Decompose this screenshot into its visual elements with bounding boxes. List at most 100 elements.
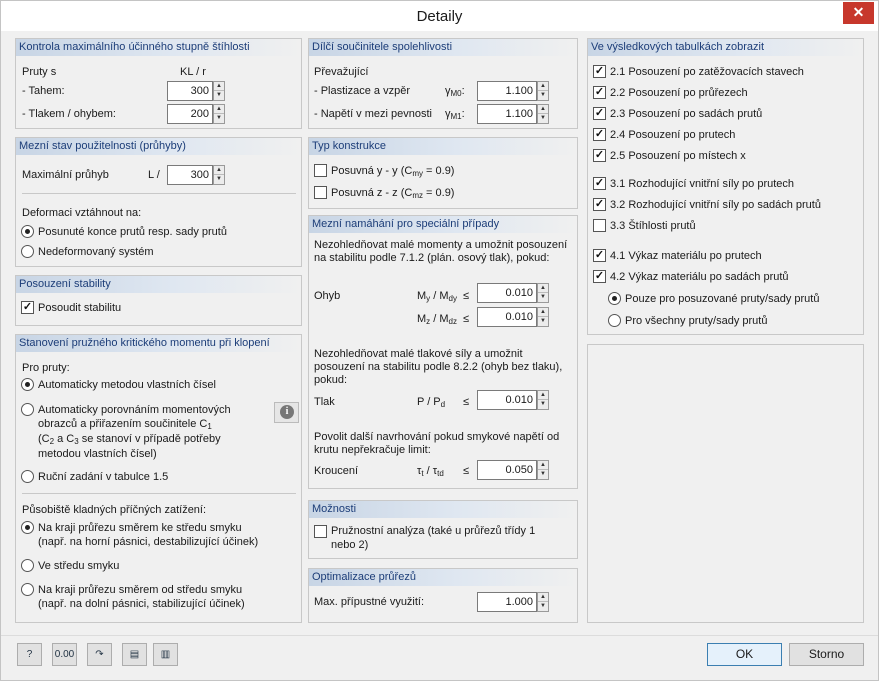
manual-radio[interactable] [21,470,34,483]
shear-center-radio[interactable] [21,559,34,572]
stability-group: Posouzení stability ✓ Posoudit stabilitu [15,275,302,326]
tension-input[interactable]: 300 [167,81,213,101]
my-input[interactable]: 0.010 [477,283,537,303]
result-checkbox-2-3[interactable]: ✓ [593,107,606,120]
max-deflection-input[interactable]: 300 [167,165,213,185]
result-checkbox-2-2[interactable]: ✓ [593,86,606,99]
stability-header: Posouzení stability [16,276,301,293]
result-checkbox-3-3[interactable] [593,219,606,232]
result-checkbox-2-1[interactable]: ✓ [593,65,606,78]
tau-label: τt / τtd [417,465,444,478]
stability-label: Posoudit stabilitu [38,302,122,314]
compare-moment-radio[interactable] [21,403,34,416]
elastic-line1: Pružnostní analýza (také u průřezů třídy… [331,525,536,537]
only-designed-label: Pouze pro posuzované pruty/sady prutů [625,293,820,305]
ok-button[interactable]: OK [707,643,782,666]
construction-type-group: Typ konstrukce Posuvná y - y (Cmy = 0.9)… [308,137,578,209]
help-button[interactable]: ? [17,643,42,666]
max-utilization-input[interactable]: 1.000 [477,592,537,612]
for-members-label: Pro pruty: [22,362,70,374]
members-label: Pruty s [22,66,57,78]
partial-factors-group: Dílčí součinitele spolehlivosti Převažuj… [308,38,578,129]
gamma-m1-stepper[interactable]: 1.100 ▲ ▼ [477,104,551,124]
mz-input[interactable]: 0.010 [477,307,537,327]
result-checkbox-2-5[interactable]: ✓ [593,149,606,162]
result-checkbox-3-2[interactable]: ✓ [593,198,606,211]
result-label-2-4: 2.4 Posouzení po prutech [610,129,736,141]
result-label-3-3: 3.3 Štíhlosti prutů [610,220,696,232]
serviceability-header: Mezní stav použitelnosti (průhyby) [16,138,301,155]
load-away-line1: Na kraji průřezu směrem od středu smyku [38,584,243,596]
shear-center-label: Ve středu smyku [38,560,120,572]
load-away-radio[interactable] [21,583,34,596]
info-button[interactable]: i [274,402,299,423]
torsion-label: Kroucení [314,465,359,477]
max-deflection-label: Maximální průhyb [22,169,109,181]
result-checkbox-3-1[interactable]: ✓ [593,177,606,190]
gamma-m0-label: γM0: [445,85,465,98]
gamma-m0-stepper[interactable]: 1.100 ▲ ▼ [477,81,551,101]
max-deflection-stepper[interactable]: 300 ▲ ▼ [167,165,227,185]
import-button[interactable]: ▥ [153,643,178,666]
eigenvalue-radio[interactable] [21,378,34,391]
tau-stepper[interactable]: 0.050 ▲ ▼ [477,460,551,480]
p-stepper[interactable]: 0.010 ▲ ▼ [477,390,551,410]
options-group: Možnosti Pružnostní analýza (také u průř… [308,500,578,559]
load-toward-radio[interactable] [21,521,34,534]
sway-y-checkbox[interactable] [314,164,327,177]
export-button[interactable]: ▤ [122,643,147,666]
my-stepper[interactable]: 0.010 ▲ ▼ [477,283,551,303]
bending-label: Ohyb [314,290,341,302]
compression-stepper[interactable]: 200 ▲ ▼ [167,104,227,124]
sway-z-label: Posuvná z - z (Cmz = 0.9) [331,187,455,200]
tension-label: - Tahem: [22,85,65,97]
result-checkbox-4-2[interactable]: ✓ [593,270,606,283]
kl-r-label: KL / r [180,66,206,78]
ltb-header: Stanovení pružného kritického momentu př… [16,335,301,352]
tau-input[interactable]: 0.050 [477,460,537,480]
p-input[interactable]: 0.010 [477,390,537,410]
result-label-4-2: 4.2 Výkaz materiálu po sadách prutů [610,271,789,283]
elastic-analysis-checkbox[interactable] [314,525,327,538]
cancel-button[interactable]: Storno [789,643,864,666]
close-icon[interactable]: ✕ [843,2,874,24]
result-label-2-1: 2.1 Posouzení po zatěžovacích stavech [610,66,804,78]
units-button[interactable]: 0.00 [52,643,77,666]
special-cases-group: Mezní namáhání pro speciální případy Nez… [308,215,578,489]
gamma-m1-input[interactable]: 1.100 [477,104,537,124]
results-group: Ve výsledkových tabulkách zobrazit ✓ 2.1… [587,38,864,335]
units-icon: 0.00 [54,649,75,660]
title-bar: Detaily ✕ [1,1,878,31]
all-members-radio[interactable] [608,314,621,327]
results-header: Ve výsledkových tabulkách zobrazit [588,39,863,56]
gamma-m1-label: γM1: [445,108,465,121]
result-label-4-1: 4.1 Výkaz materiálu po prutech [610,250,762,262]
torsion-desc: Povolit další navrhování pokud smykové n… [314,431,560,456]
load-toward-line1: Na kraji průřezu směrem ke středu smyku [38,522,242,534]
stress-label: - Napětí v mezi pevnosti [314,108,432,120]
gamma-m0-input[interactable]: 1.100 [477,81,537,101]
shifted-ends-label: Posunuté konce prutů resp. sady prutů [38,226,227,238]
compare-line4: metodou vlastních čísel) [38,448,157,460]
stability-checkbox[interactable]: ✓ [21,301,34,314]
special-cases-header: Mezní namáhání pro speciální případy [309,216,577,233]
mz-mdz-label: Mz / Mdz [417,313,457,326]
result-checkbox-4-1[interactable]: ✓ [593,249,606,262]
only-designed-radio[interactable] [608,292,621,305]
sway-z-checkbox[interactable] [314,186,327,199]
serviceability-group: Mezní stav použitelnosti (průhyby) Maxim… [15,137,302,267]
undeformed-radio[interactable] [21,245,34,258]
result-checkbox-2-4[interactable]: ✓ [593,128,606,141]
compression-input[interactable]: 200 [167,104,213,124]
tension-stepper[interactable]: 300 ▲ ▼ [167,81,227,101]
small-compression-desc: Nezohledňovat malé tlakové síly a umožni… [314,348,563,386]
mz-stepper[interactable]: 0.010 ▲ ▼ [477,307,551,327]
compression-label: - Tlakem / ohybem: [22,108,116,120]
info-icon: i [280,405,294,419]
reset-button[interactable]: ↷ [87,643,112,666]
max-utilization-stepper[interactable]: 1.000 ▲ ▼ [477,592,551,612]
shifted-ends-radio[interactable] [21,225,34,238]
my-le-sign: ≤ [463,290,470,302]
slenderness-header: Kontrola maximálního účinného stupně ští… [16,39,301,56]
divider [22,193,296,194]
